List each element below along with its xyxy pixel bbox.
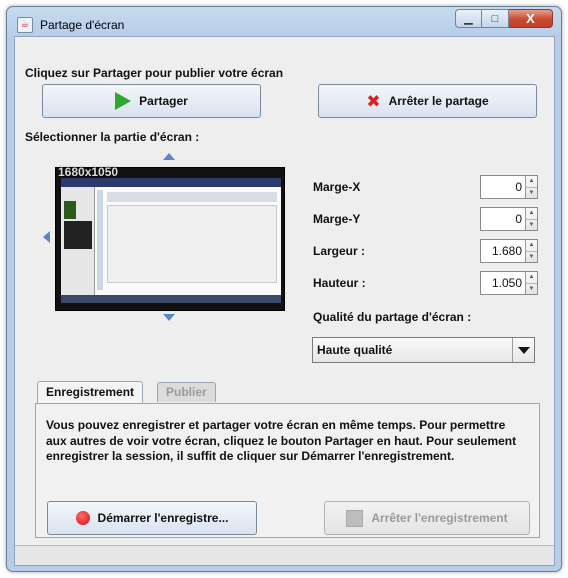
share-button[interactable]: Partager xyxy=(42,84,261,118)
margin-y-arrows: ▲ ▼ xyxy=(525,208,537,230)
tab-recording[interactable]: Enregistrement xyxy=(37,381,144,403)
start-recording-label: Démarrer l'enregistre... xyxy=(97,511,229,525)
margin-x-spinner[interactable]: 0 ▲ ▼ xyxy=(480,175,538,199)
spin-down-icon[interactable]: ▼ xyxy=(526,251,537,263)
height-label: Hauteur : xyxy=(313,276,366,290)
preview-list xyxy=(97,190,103,290)
screen-sharing-window: ☕ Partage d'écran ▁ □ X Cliquez sur Part… xyxy=(6,6,562,572)
preview-resolution-label: 1680x1050 xyxy=(58,165,119,179)
preview-taskbar xyxy=(61,295,281,303)
start-recording-button[interactable]: Démarrer l'enregistre... xyxy=(47,501,257,535)
width-value[interactable]: 1.680 xyxy=(481,240,525,262)
tab-publish[interactable]: Publier xyxy=(157,382,216,402)
spin-up-icon[interactable]: ▲ xyxy=(526,240,537,251)
maximize-button[interactable]: □ xyxy=(482,9,509,28)
dropdown-arrow-icon[interactable] xyxy=(512,338,534,362)
quality-label: Qualité du partage d'écran : xyxy=(313,310,472,324)
stop-recording-label: Arrêter l'enregistrement xyxy=(371,511,508,525)
recording-tab-panel: Vous pouvez enregistrer et partager votr… xyxy=(35,403,540,538)
quality-select[interactable]: Haute qualité xyxy=(312,337,535,363)
preview-thumbnail xyxy=(64,201,76,219)
recording-description: Vous pouvez enregistrer et partager votr… xyxy=(46,418,517,463)
margin-y-label: Marge-Y xyxy=(313,212,361,226)
preview-video xyxy=(64,221,92,249)
stop-sharing-label: Arrêter le partage xyxy=(388,94,489,108)
move-up-arrow-icon[interactable] xyxy=(163,153,175,160)
margin-x-label: Marge-X xyxy=(313,180,361,194)
share-instruction: Cliquez sur Partager pour publier votre … xyxy=(25,66,284,80)
screen-preview[interactable]: 1680x1050 xyxy=(55,165,285,311)
margin-y-value[interactable]: 0 xyxy=(481,208,525,230)
cross-icon: ✖ xyxy=(366,91,381,111)
window-controls: ▁ □ X xyxy=(455,9,553,28)
preview-workspace xyxy=(107,205,277,283)
play-icon xyxy=(115,92,132,110)
preview-screen xyxy=(61,178,281,303)
stop-sharing-button[interactable]: ✖ Arrêter le partage xyxy=(318,84,537,118)
width-arrows: ▲ ▼ xyxy=(525,240,537,262)
width-spinner[interactable]: 1.680 ▲ ▼ xyxy=(480,239,538,263)
move-down-arrow-icon[interactable] xyxy=(163,314,175,321)
stop-icon xyxy=(346,509,364,527)
height-value[interactable]: 1.050 xyxy=(481,272,525,294)
margin-y-spinner[interactable]: 0 ▲ ▼ xyxy=(480,207,538,231)
spin-down-icon[interactable]: ▼ xyxy=(526,187,537,199)
move-left-arrow-icon[interactable] xyxy=(43,231,50,243)
preview-toolbar xyxy=(107,192,277,202)
margin-x-value[interactable]: 0 xyxy=(481,176,525,198)
spin-down-icon[interactable]: ▼ xyxy=(526,219,537,231)
java-app-icon: ☕ xyxy=(17,17,33,33)
spin-up-icon[interactable]: ▲ xyxy=(526,208,537,219)
stop-recording-button[interactable]: Arrêter l'enregistrement xyxy=(324,501,530,535)
window-title: Partage d'écran xyxy=(40,18,125,32)
spin-up-icon[interactable]: ▲ xyxy=(526,272,537,283)
preview-titlebar xyxy=(61,178,281,187)
height-spinner[interactable]: 1.050 ▲ ▼ xyxy=(480,271,538,295)
status-bar xyxy=(15,545,554,565)
quality-selected-value: Haute qualité xyxy=(317,343,393,357)
close-button[interactable]: X xyxy=(509,9,553,28)
minimize-button[interactable]: ▁ xyxy=(455,9,482,28)
spin-down-icon[interactable]: ▼ xyxy=(526,283,537,295)
content-panel: Cliquez sur Partager pour publier votre … xyxy=(14,36,555,566)
selection-label: Sélectionner la partie d'écran : xyxy=(25,130,200,144)
record-icon xyxy=(75,511,90,525)
width-label: Largeur : xyxy=(313,244,366,258)
height-arrows: ▲ ▼ xyxy=(525,272,537,294)
share-button-label: Partager xyxy=(139,94,188,108)
spin-up-icon[interactable]: ▲ xyxy=(526,176,537,187)
margin-x-arrows: ▲ ▼ xyxy=(525,176,537,198)
